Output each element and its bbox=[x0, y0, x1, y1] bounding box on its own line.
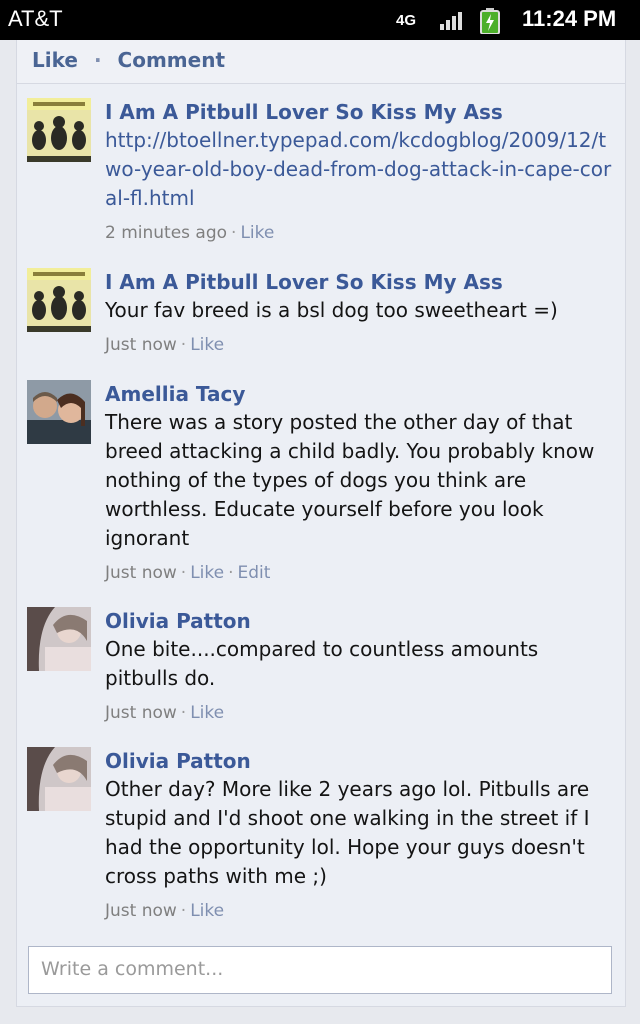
comment-like-button[interactable]: Like bbox=[240, 223, 274, 243]
comment-timestamp: Just now bbox=[105, 563, 177, 583]
action-separator: · bbox=[93, 48, 102, 72]
comment-text: Other day? More like 2 years ago lol. Pi… bbox=[105, 777, 590, 888]
avatar[interactable] bbox=[27, 268, 91, 332]
avatar[interactable] bbox=[27, 607, 91, 671]
comment-text: Your fav breed is a bsl dog too sweethea… bbox=[105, 298, 558, 322]
comment-input[interactable]: Write a comment... bbox=[28, 946, 612, 994]
comment-text: One bite....compared to countless amount… bbox=[105, 637, 539, 690]
battery-charging-icon bbox=[480, 8, 500, 38]
comment-like-button[interactable]: Like bbox=[190, 703, 224, 723]
comment-meta: Just now · Like · Edit bbox=[105, 563, 271, 583]
comment-timestamp: 2 minutes ago bbox=[105, 223, 228, 243]
comment-url-link[interactable]: http://btoellner.typepad.com/kcdogblog/2… bbox=[105, 126, 617, 213]
comment-author-link[interactable]: I Am A Pitbull Lover So Kiss My Ass bbox=[105, 98, 617, 126]
status-bar: AT&T 4G 11:24 PM bbox=[0, 0, 640, 40]
comment-author-link[interactable]: Olivia Patton bbox=[105, 747, 617, 775]
avatar[interactable] bbox=[27, 98, 91, 162]
comment-meta: Just now · Like bbox=[105, 901, 225, 921]
avatar[interactable] bbox=[27, 380, 91, 444]
carrier-label: AT&T bbox=[8, 6, 63, 31]
like-button[interactable]: Like bbox=[32, 48, 78, 72]
avatar[interactable] bbox=[27, 747, 91, 811]
clock-label: 11:24 PM bbox=[522, 6, 617, 31]
comment-author-link[interactable]: Olivia Patton bbox=[105, 607, 617, 635]
post-actions-bar: Like · Comment bbox=[17, 40, 625, 84]
comment-text: There was a story posted the other day o… bbox=[105, 410, 595, 550]
comment-meta: Just now · Like bbox=[105, 335, 225, 355]
comment-meta: 2 minutes ago · Like bbox=[105, 223, 275, 243]
network-type-label: 4G bbox=[396, 12, 417, 29]
comment-timestamp: Just now bbox=[105, 703, 177, 723]
comment-author-link[interactable]: I Am A Pitbull Lover So Kiss My Ass bbox=[105, 268, 617, 296]
comment-edit-button[interactable]: Edit bbox=[238, 563, 271, 583]
comment-like-button[interactable]: Like bbox=[190, 901, 224, 921]
comment-meta: Just now · Like bbox=[105, 703, 225, 723]
signal-bars-icon bbox=[440, 10, 466, 34]
comment-timestamp: Just now bbox=[105, 335, 177, 355]
comment-like-button[interactable]: Like bbox=[190, 335, 224, 355]
comment-button[interactable]: Comment bbox=[118, 48, 225, 72]
comment-timestamp: Just now bbox=[105, 901, 177, 921]
comment-like-button[interactable]: Like bbox=[190, 563, 224, 583]
comments-panel: Like · Comment I Am A Pitbull Lover So K… bbox=[16, 40, 626, 1007]
comment-author-link[interactable]: Amellia Tacy bbox=[105, 380, 617, 408]
